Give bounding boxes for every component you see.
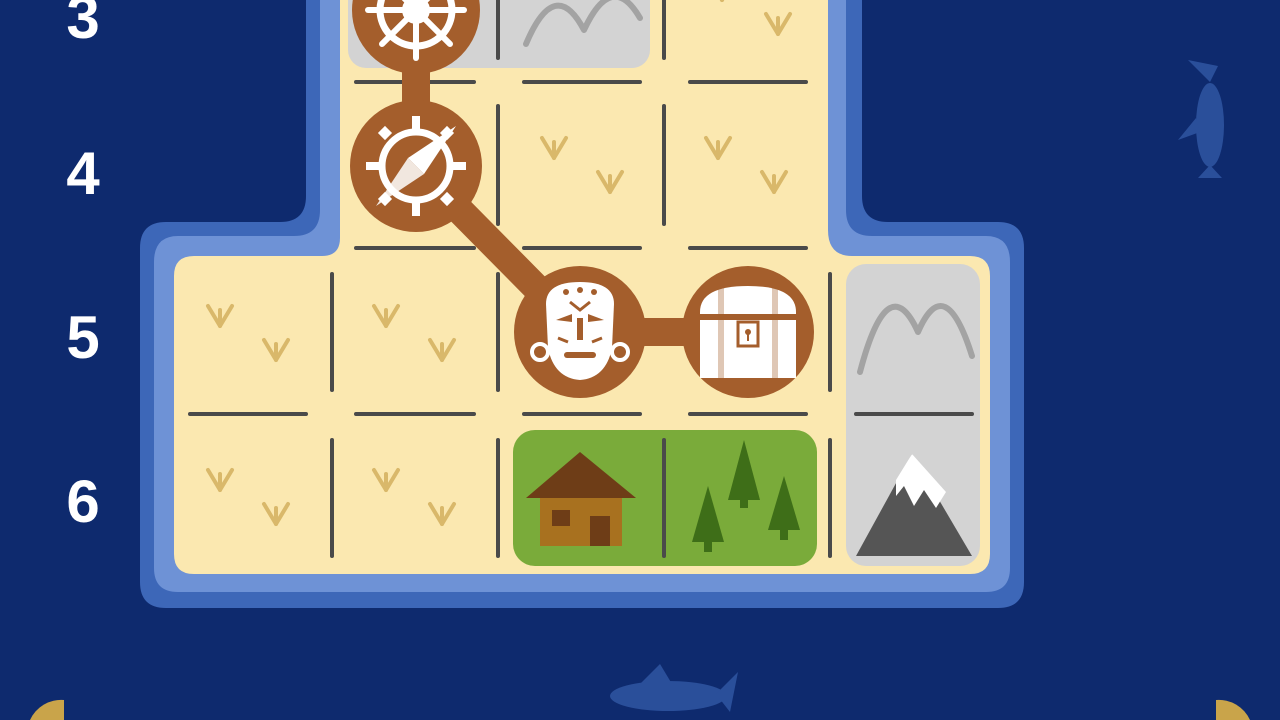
fish-silhouette-bottom	[610, 664, 738, 712]
fish-silhouette-right	[1178, 60, 1224, 178]
treasure-chest-icon[interactable]	[682, 266, 814, 398]
tribal-mask-icon[interactable]	[514, 266, 646, 398]
compass-icon[interactable]	[350, 100, 482, 232]
corner-button-left[interactable]	[30, 699, 64, 720]
corner-button-right[interactable]	[1216, 699, 1250, 720]
game-board	[30, 0, 1250, 720]
